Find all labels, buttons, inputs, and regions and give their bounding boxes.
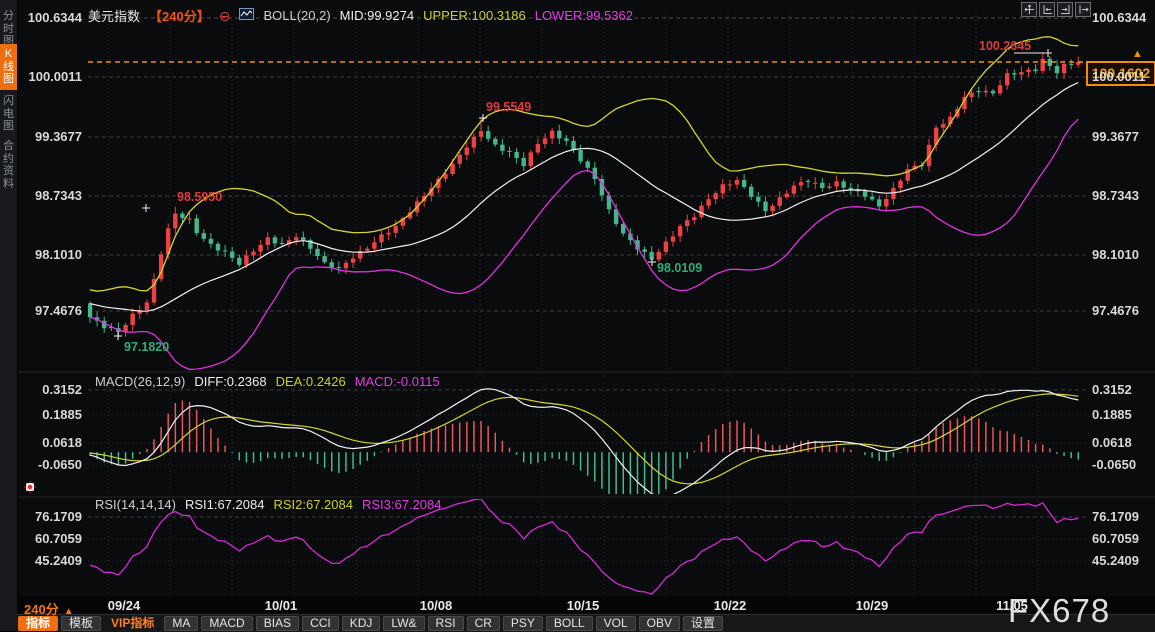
price-axis-label-right: 97.4676 [1092,303,1139,318]
price-axis-label-right: 100.0011 [1092,69,1146,84]
price-axis-label-left: 98.1010 [18,247,82,262]
interval-tag: 【240分】 [149,6,210,25]
price-axis-label-right: 99.3677 [1092,129,1139,144]
toolbar-button-vol[interactable]: VOL [596,616,636,631]
toolbar-button-rsi[interactable]: RSI [428,616,464,631]
toolbar-button-bias[interactable]: BIAS [256,616,299,631]
toolbar-button-psy[interactable]: PSY [503,616,543,631]
boll-mid-value: MID:99.9274 [340,8,414,23]
export-chart-icon[interactable] [1075,2,1091,17]
app-window: 分时图K线图闪电图合约资料 美元指数 【240分】 ⊖ BOLL(20,2) M… [0,0,1155,631]
toolbar-button-moban[interactable]: 模板 [61,616,101,631]
rsi-axis-label-left: 45.2409 [18,553,82,568]
toolbar-button-cr[interactable]: CR [467,616,500,631]
price-axis-label-right: 98.1010 [1092,247,1139,262]
macd-axis-label-right: 0.3152 [1092,382,1132,397]
price-annotation: 98.0109 [657,261,702,275]
sidebar-tab-contract[interactable]: 合约资料 [0,136,17,194]
price-annotation: 98.5950 [177,190,222,204]
price-annotation: 97.1820 [124,340,169,354]
price-axis-label-left: 99.3677 [18,129,82,144]
date-label: 09/24 [108,598,141,613]
date-label: 10/22 [714,598,747,613]
toolbar-button-boll[interactable]: BOLL [546,616,593,631]
macd-axis-label-right: 0.0618 [1092,435,1132,450]
rsi-axis-label-right: 45.2409 [1092,553,1139,568]
chart-toolbar-top-right [1021,2,1091,17]
date-label: 11/05 [996,598,1028,613]
pan-tool-icon[interactable] [1021,2,1037,17]
boll-params: BOLL(20,2) [263,8,330,23]
chart-canvas[interactable] [0,0,1155,631]
macd-bar-value: MACD:-0.0115 [355,374,440,389]
date-label: 10/08 [420,598,453,613]
toolbar-button-ma[interactable]: MA [164,616,198,631]
hot-point-icon [23,480,37,499]
macd-params: MACD(26,12,9) [95,374,185,389]
macd-axis-label-left: 0.0618 [18,435,82,450]
rsi-params: RSI(14,14,14) [95,497,176,512]
remove-overlay-icon[interactable]: ⊖ [219,10,231,22]
boll-upper-value: UPPER:100.3186 [423,8,526,23]
price-axis-label-right: 98.7343 [1092,188,1139,203]
price-annotation: 100.2645 [979,39,1031,53]
toolbar-button-lw[interactable]: LW& [383,616,424,631]
date-label: 10/15 [567,598,600,613]
left-sidebar: 分时图K线图闪电图合约资料 [0,0,18,631]
date-label: 10/29 [856,598,889,613]
date-label: 10/01 [265,598,298,613]
rsi-axis-label-left: 76.1709 [18,509,82,524]
rsi3-value: RSI3:67.2084 [362,497,442,512]
sidebar-tab-kline[interactable]: K线图 [0,44,17,90]
price-axis-label-left: 97.4676 [18,303,82,318]
price-axis-label-left: 100.6344 [18,10,82,25]
boll-lower-value: LOWER:99.5362 [535,8,633,23]
rsi-axis-label-left: 60.7059 [18,531,82,546]
expand-x-icon[interactable] [1057,2,1073,17]
symbol-name: 美元指数 [88,6,140,25]
price-axis-label-left: 98.7343 [18,188,82,203]
price-up-arrow-icon: ▲ [1132,49,1143,60]
price-axis-label-left: 100.0011 [18,69,82,84]
rsi1-value: RSI1:67.2084 [185,497,265,512]
toolbar-button-shezhi[interactable]: 设置 [683,616,723,631]
macd-diff-value: DIFF:0.2368 [194,374,266,389]
toolbar-button-kdj[interactable]: KDJ [342,616,381,631]
macd-axis-label-left: -0.0650 [18,457,82,472]
indicator-toolbar: 指标模板VIP指标MAMACD BIASCCIKDJLW&RSICRPSYBOLL… [18,615,723,631]
toolbar-button-macd[interactable]: MACD [201,616,252,631]
chart-thumbnail-icon[interactable] [239,8,254,23]
rsi2-value: RSI2:67.2084 [273,497,353,512]
price-axis-label-right: 100.6344 [1092,10,1146,25]
rsi-axis-label-right: 76.1709 [1092,509,1139,524]
rsi-axis-label-right: 60.7059 [1092,531,1139,546]
macd-axis-label-left: 0.3152 [18,382,82,397]
chart-legend: 美元指数 【240分】 ⊖ BOLL(20,2) MID:99.9274 UPP… [88,6,633,25]
rsi-legend: RSI(14,14,14) RSI1:67.2084 RSI2:67.2084 … [95,497,441,512]
macd-legend: MACD(26,12,9) DIFF:0.2368 DEA:0.2426 MAC… [95,374,440,389]
toolbar-button-vip[interactable]: VIP指标 [104,617,161,630]
macd-axis-label-right: -0.0650 [1092,457,1136,472]
price-annotation: 99.5549 [486,100,531,114]
toolbar-button-zhibiao[interactable]: 指标 [18,616,58,631]
macd-dea-value: DEA:0.2426 [276,374,346,389]
sidebar-tab-flash[interactable]: 闪电图 [0,91,17,137]
toolbar-button-obv[interactable]: OBV [639,616,680,631]
macd-axis-label-right: 0.1885 [1092,407,1132,422]
macd-axis-label-left: 0.1885 [18,407,82,422]
shrink-x-icon[interactable] [1039,2,1055,17]
toolbar-button-cci[interactable]: CCI [302,616,339,631]
